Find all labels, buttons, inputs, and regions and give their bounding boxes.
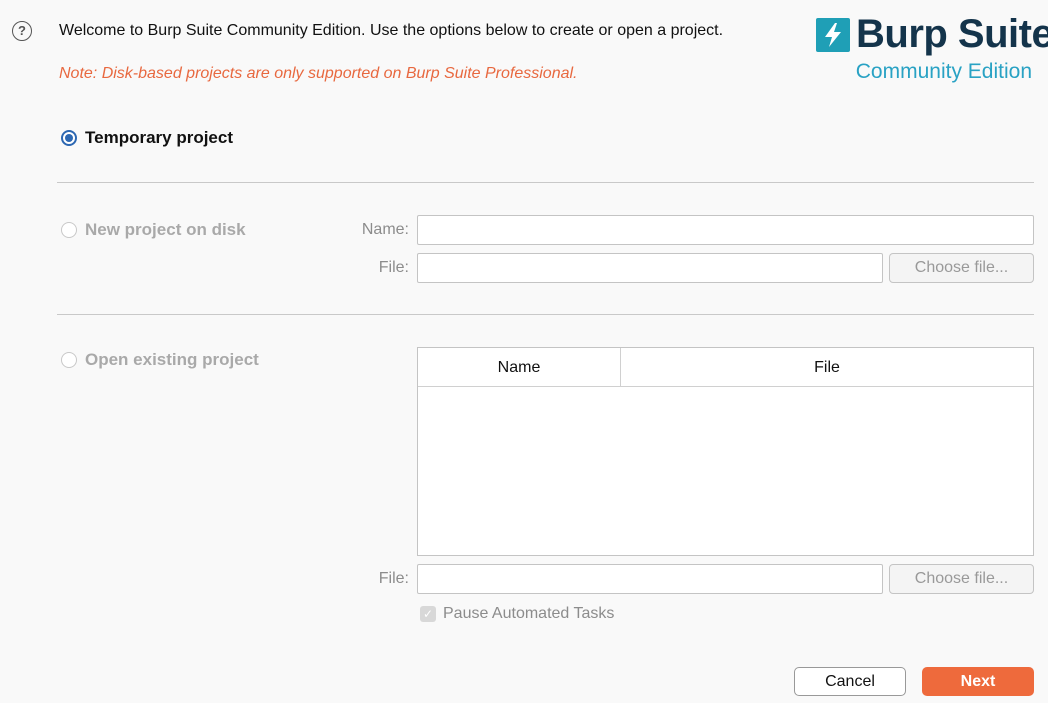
welcome-text: Welcome to Burp Suite Community Edition.… [59, 22, 724, 39]
new-project-label[interactable]: New project on disk [85, 220, 246, 240]
next-button[interactable]: Next [922, 667, 1034, 696]
temporary-project-label[interactable]: Temporary project [85, 128, 233, 148]
file-label: File: [378, 259, 409, 276]
open-existing-label[interactable]: Open existing project [85, 350, 259, 370]
open-existing-radio[interactable] [61, 352, 77, 368]
temporary-project-radio[interactable] [61, 130, 77, 146]
new-project-choose-file-button[interactable]: Choose file... [889, 253, 1034, 283]
existing-project-file-input[interactable] [417, 564, 883, 594]
column-header-file[interactable]: File [621, 348, 1033, 387]
divider [57, 314, 1034, 315]
cancel-button[interactable]: Cancel [794, 667, 906, 696]
logo-wordmark: Burp Suite [856, 12, 1048, 56]
existing-file-label: File: [378, 570, 409, 587]
divider [57, 182, 1034, 183]
burp-suite-logo: Burp Suite Community Edition [814, 12, 1048, 86]
pause-tasks-checkbox[interactable]: ✓ [420, 606, 436, 622]
projects-table[interactable]: Name File [417, 347, 1034, 556]
lightning-bolt-icon [816, 18, 850, 52]
name-label: Name: [361, 221, 409, 238]
project-name-input[interactable] [417, 215, 1034, 245]
new-project-radio[interactable] [61, 222, 77, 238]
help-icon[interactable]: ? [12, 21, 32, 41]
professional-note: Note: Disk-based projects are only suppo… [59, 65, 578, 82]
pause-tasks-label[interactable]: Pause Automated Tasks [443, 605, 614, 623]
existing-project-choose-file-button[interactable]: Choose file... [889, 564, 1034, 594]
column-header-name[interactable]: Name [418, 348, 621, 387]
logo-subtitle: Community Edition [855, 60, 1032, 83]
new-project-file-input[interactable] [417, 253, 883, 283]
